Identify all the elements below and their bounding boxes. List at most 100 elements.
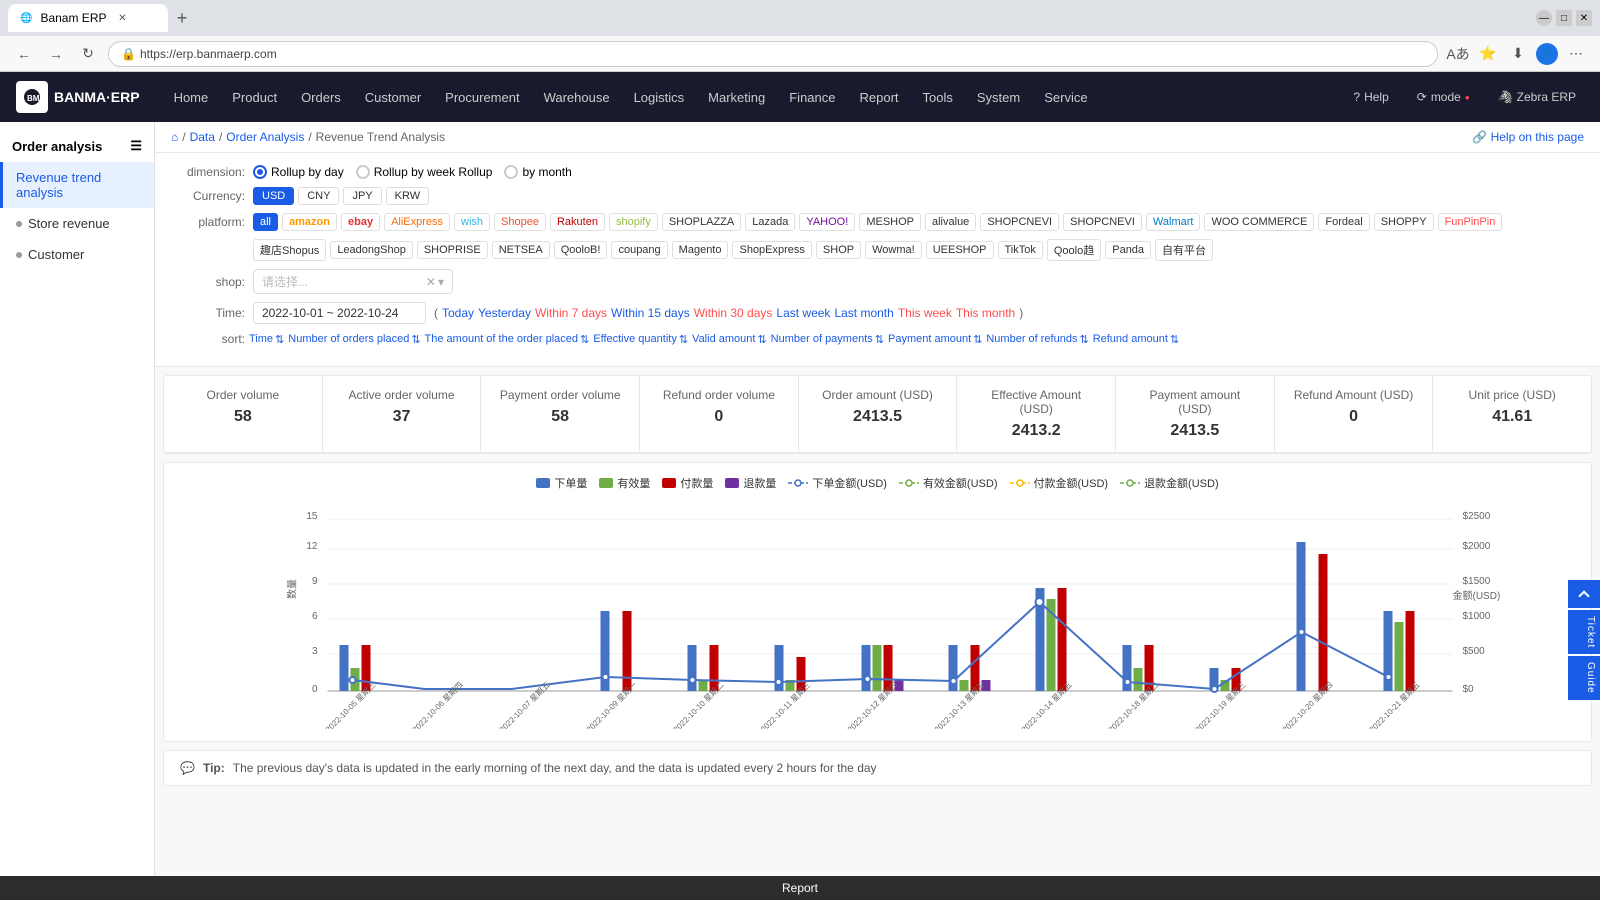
platform-shoplazza[interactable]: SHOPLAZZA	[662, 213, 741, 231]
help-link[interactable]: 🔗 Help on this page	[1472, 130, 1584, 144]
rollup-by-week-option[interactable]: Rollup by week Rollup	[356, 165, 493, 179]
platform-leadong[interactable]: LeadongShop	[330, 241, 413, 259]
profile-icon[interactable]: 👤	[1536, 43, 1558, 65]
nav-procurement[interactable]: Procurement	[435, 84, 529, 111]
shortcut-7days[interactable]: Within 7 days	[535, 306, 607, 320]
currency-usd[interactable]: USD	[253, 187, 294, 205]
platform-walmart[interactable]: Walmart	[1146, 213, 1201, 231]
nav-product[interactable]: Product	[222, 84, 287, 111]
sort-time[interactable]: Time ⇅	[249, 333, 284, 346]
platform-meshop[interactable]: MESHOP	[859, 213, 921, 231]
tab-close-button[interactable]: ✕	[114, 10, 130, 26]
platform-qoolo[interactable]: QooloB!	[554, 241, 608, 259]
platform-wish[interactable]: wish	[454, 213, 490, 231]
nav-orders[interactable]: Orders	[291, 84, 351, 111]
sidebar-item-revenue[interactable]: Revenue trend analysis	[0, 162, 154, 208]
nav-system[interactable]: System	[967, 84, 1030, 111]
settings-icon[interactable]: ⋯	[1564, 42, 1588, 66]
sort-amount[interactable]: The amount of the order placed ⇅	[425, 333, 590, 346]
nav-customer[interactable]: Customer	[355, 84, 431, 111]
platform-qoolo2[interactable]: Qoolo趋	[1047, 239, 1101, 261]
close-button[interactable]: ✕	[1576, 10, 1592, 26]
sidebar-item-store[interactable]: Store revenue	[0, 208, 154, 239]
translate-icon[interactable]: Aあ	[1446, 42, 1470, 66]
platform-netsea[interactable]: NETSEA	[492, 241, 550, 259]
platform-funpinpin[interactable]: FunPinPin	[1438, 213, 1503, 231]
platform-tiktok[interactable]: TikTok	[998, 241, 1043, 259]
rollup-by-day-radio[interactable]	[253, 165, 267, 179]
breadcrumb-order-analysis[interactable]: Order Analysis	[226, 130, 304, 144]
shortcut-30days[interactable]: Within 30 days	[694, 306, 773, 320]
by-month-option[interactable]: by month	[504, 165, 571, 179]
platform-ueeshop[interactable]: UEESHOP	[926, 241, 994, 259]
shortcut-this-week[interactable]: This week	[898, 306, 952, 320]
sidebar-menu-icon[interactable]: ☰	[130, 138, 142, 154]
platform-shopus[interactable]: 趣店Shopus	[253, 239, 326, 261]
breadcrumb-home-icon[interactable]: ⌂	[171, 130, 178, 144]
active-tab[interactable]: 🌐 Banam ERP ✕	[8, 4, 168, 32]
platform-shopexpress[interactable]: ShopExpress	[732, 241, 811, 259]
platform-shoprise[interactable]: SHOPRISE	[417, 241, 488, 259]
scroll-up-button[interactable]	[1568, 580, 1600, 608]
user-button[interactable]: 🦓 Zebra ERP	[1490, 86, 1584, 108]
platform-amazon[interactable]: amazon	[282, 213, 337, 231]
platform-woocommerce[interactable]: WOO COMMERCE	[1204, 213, 1314, 231]
nav-finance[interactable]: Finance	[779, 84, 845, 111]
rollup-by-day-option[interactable]: Rollup by day	[253, 165, 344, 179]
forward-button[interactable]: →	[44, 42, 68, 66]
nav-home[interactable]: Home	[164, 84, 219, 111]
sort-effective-qty[interactable]: Effective quantity ⇅	[593, 333, 688, 346]
platform-panda[interactable]: Panda	[1105, 241, 1151, 259]
new-tab-button[interactable]: +	[168, 4, 196, 32]
nav-warehouse[interactable]: Warehouse	[534, 84, 620, 111]
back-button[interactable]: ←	[12, 42, 36, 66]
platform-shopify[interactable]: shopify	[609, 213, 658, 231]
shortcut-15days[interactable]: Within 15 days	[611, 306, 690, 320]
platform-all[interactable]: all	[253, 213, 278, 231]
platform-fordeal[interactable]: Fordeal	[1318, 213, 1369, 231]
platform-shopcnevi2[interactable]: SHOPCNEVI	[1063, 213, 1142, 231]
shortcut-today[interactable]: Today	[442, 306, 474, 320]
sort-payment-amount[interactable]: Payment amount ⇅	[888, 333, 982, 346]
platform-private[interactable]: 自有平台	[1155, 239, 1213, 261]
platform-magento[interactable]: Magento	[672, 241, 729, 259]
bookmark-icon[interactable]: ⭐	[1476, 42, 1500, 66]
sort-refunds[interactable]: Number of refunds ⇅	[986, 333, 1088, 346]
nav-marketing[interactable]: Marketing	[698, 84, 775, 111]
shortcut-last-week[interactable]: Last week	[776, 306, 830, 320]
platform-shop[interactable]: SHOP	[816, 241, 861, 259]
platform-yahoo[interactable]: YAHOO!	[799, 213, 855, 231]
mode-button[interactable]: ⟳ mode ●	[1409, 86, 1478, 108]
currency-krw[interactable]: KRW	[386, 187, 429, 205]
currency-jpy[interactable]: JPY	[343, 187, 381, 205]
shortcut-last-month[interactable]: Last month	[834, 306, 893, 320]
breadcrumb-data[interactable]: Data	[190, 130, 215, 144]
help-button[interactable]: ? Help	[1345, 86, 1396, 108]
download-icon[interactable]: ⬇	[1506, 42, 1530, 66]
sort-refund-amount[interactable]: Refund amount ⇅	[1093, 333, 1179, 346]
platform-ebay[interactable]: ebay	[341, 213, 380, 231]
time-input[interactable]	[253, 302, 426, 324]
platform-rakuten[interactable]: Rakuten	[550, 213, 605, 231]
by-month-radio[interactable]	[504, 165, 518, 179]
sidebar-item-customer[interactable]: Customer	[0, 239, 154, 270]
minimize-button[interactable]: —	[1536, 10, 1552, 26]
sort-orders[interactable]: Number of orders placed ⇅	[288, 333, 420, 346]
shortcut-yesterday[interactable]: Yesterday	[478, 306, 531, 320]
sort-valid-amount[interactable]: Valid amount ⇅	[692, 333, 767, 346]
currency-cny[interactable]: CNY	[298, 187, 339, 205]
nav-report[interactable]: Report	[849, 84, 908, 111]
shop-select[interactable]: 请选择... ✕ ▾	[253, 269, 453, 294]
nav-logistics[interactable]: Logistics	[624, 84, 695, 111]
platform-aliexpress[interactable]: AliExpress	[384, 213, 450, 231]
platform-shopee[interactable]: Shopee	[494, 213, 546, 231]
guide-button[interactable]: Guide	[1568, 656, 1600, 700]
sort-payments[interactable]: Number of payments ⇅	[771, 333, 884, 346]
platform-coupang[interactable]: coupang	[611, 241, 667, 259]
platform-alivalue[interactable]: alivalue	[925, 213, 976, 231]
url-bar[interactable]: 🔒 https://erp.banmaerp.com	[108, 41, 1438, 67]
refresh-button[interactable]: ↻	[76, 42, 100, 66]
platform-wowma[interactable]: Wowma!	[865, 241, 922, 259]
platform-shopcnevi1[interactable]: SHOPCNEVI	[980, 213, 1059, 231]
shop-dropdown-icon[interactable]: ▾	[438, 275, 444, 289]
